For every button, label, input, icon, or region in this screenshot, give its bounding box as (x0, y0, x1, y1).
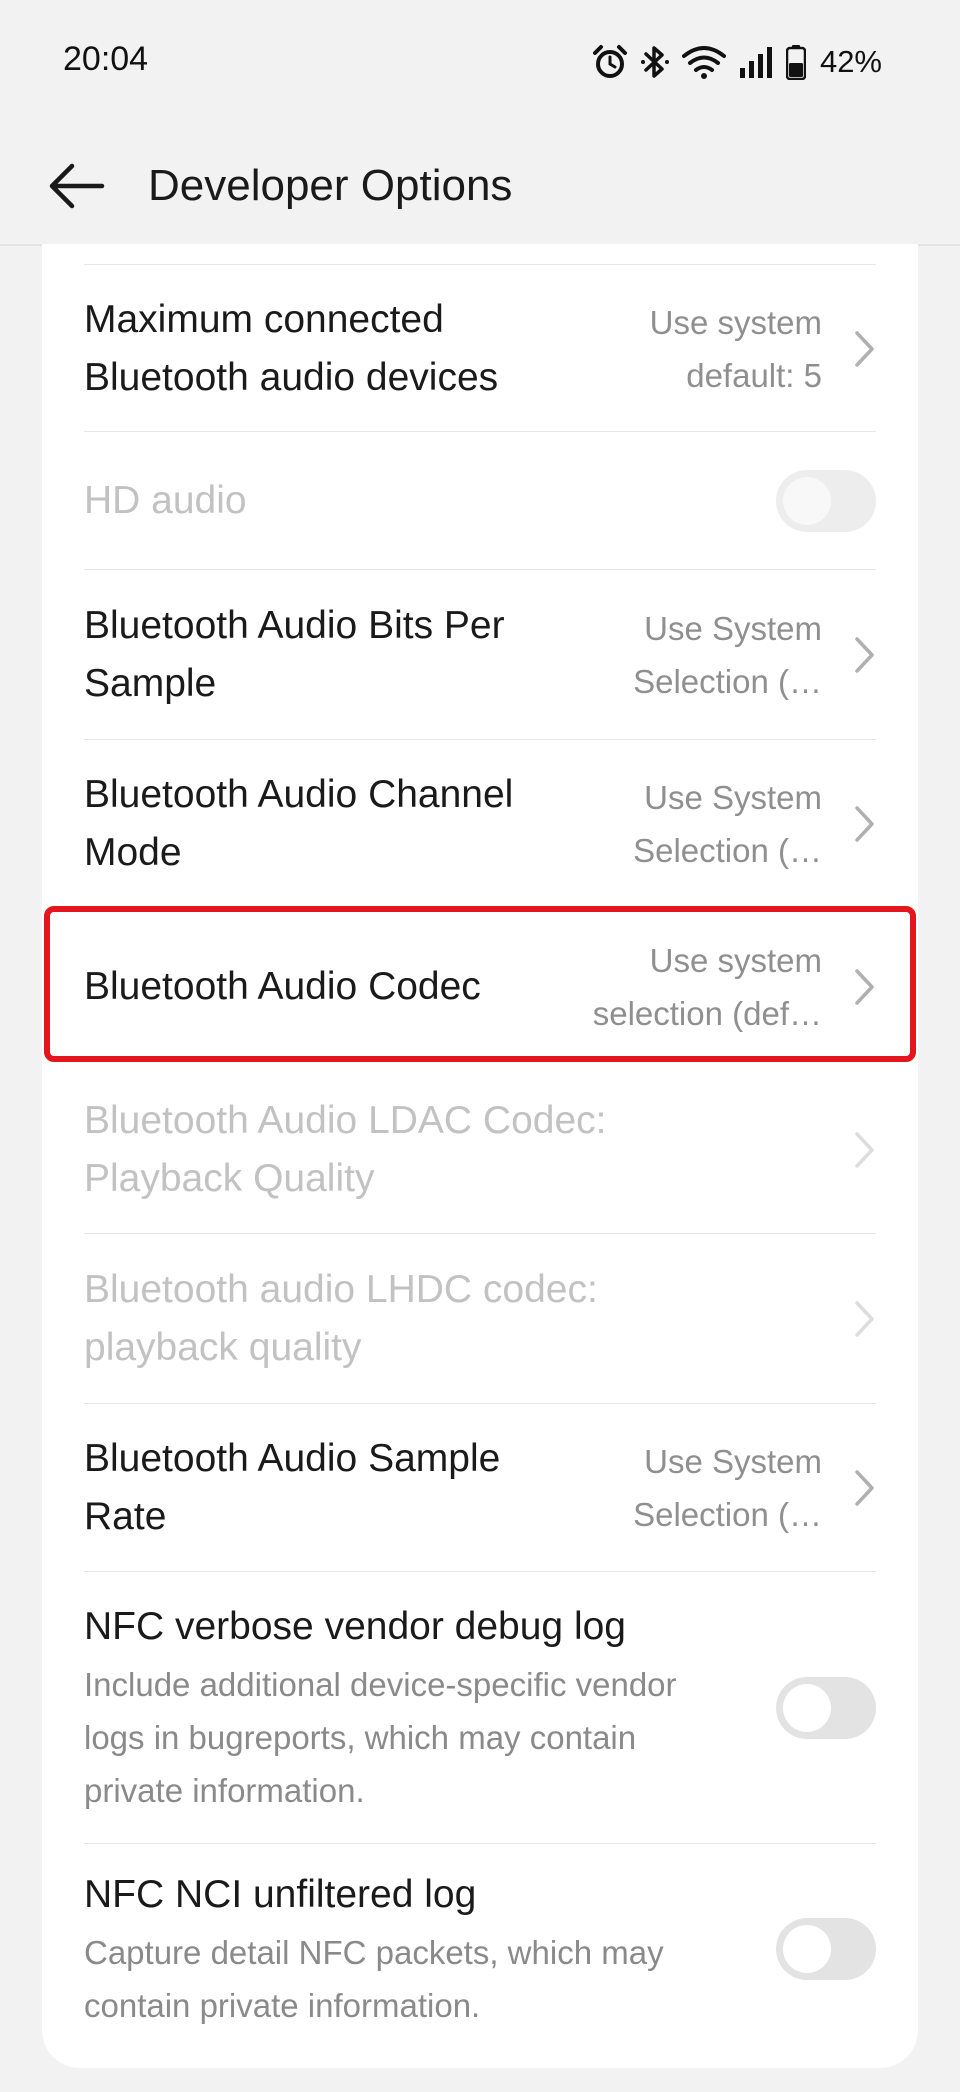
setting-value: Use system selection (def… (592, 942, 822, 1032)
setting-value: Use System Selection (… (633, 609, 822, 700)
settings-card: Maximum connected Bluetooth audio device… (42, 244, 918, 2068)
status-bar: 20:04 42% (0, 0, 960, 128)
wifi-icon (681, 44, 726, 80)
setting-title: NFC NCI unfiltered log (84, 1873, 477, 1916)
setting-nfc-verbose-log[interactable]: NFC verbose vendor debug log Include add… (84, 1572, 876, 1844)
setting-description: Capture detail NFC packets, which may co… (84, 1934, 664, 2024)
setting-sample-rate[interactable]: Bluetooth Audio Sample Rate Use System S… (84, 1404, 876, 1572)
hd-audio-toggle (776, 469, 876, 532)
setting-title: Maximum connected Bluetooth audio device… (84, 297, 499, 399)
divider (84, 264, 876, 265)
setting-bits-per-sample[interactable]: Bluetooth Audio Bits Per Sample Use Syst… (84, 570, 876, 740)
status-time: 20:04 (63, 40, 149, 78)
app-bar: Developer Options (0, 128, 960, 246)
chevron-right-icon (836, 635, 876, 675)
chevron-right-icon (836, 329, 876, 369)
setting-value: Use System Selection (… (633, 1442, 822, 1533)
signal-icon (738, 44, 774, 80)
setting-title: Bluetooth Audio Sample Rate (84, 1436, 501, 1538)
chevron-right-icon (836, 1468, 876, 1508)
bluetooth-icon (640, 44, 670, 80)
chevron-right-icon (836, 1130, 876, 1170)
setting-nfc-nci-log[interactable]: NFC NCI unfiltered log Capture detail NF… (84, 1844, 876, 2054)
setting-ldac-playback-quality: Bluetooth Audio LDAC Codec: Playback Qua… (84, 1066, 876, 1234)
setting-value: Use system default: 5 (649, 303, 822, 394)
arrow-left-icon (49, 163, 105, 209)
setting-title: NFC verbose vendor debug log (84, 1605, 626, 1648)
setting-title: Bluetooth Audio Codec (84, 965, 481, 1008)
setting-max-bluetooth-devices[interactable]: Maximum connected Bluetooth audio device… (84, 266, 876, 432)
alarm-icon (592, 44, 628, 80)
chevron-right-icon (836, 967, 876, 1007)
setting-value: Use System Selection (… (633, 778, 822, 869)
battery-icon (785, 44, 806, 80)
page-title: Developer Options (148, 161, 513, 210)
setting-description: Include additional device-specific vendo… (84, 1666, 677, 1809)
battery-percentage: 42% (819, 44, 882, 79)
setting-hd-audio: HD audio (84, 432, 876, 570)
chevron-right-icon (836, 1299, 876, 1339)
nfc-verbose-log-toggle[interactable] (776, 1676, 876, 1739)
toggle-knob (783, 476, 831, 525)
nfc-nci-log-toggle[interactable] (776, 1918, 876, 1980)
setting-title: Bluetooth Audio LDAC Codec: Playback Qua… (84, 1098, 607, 1200)
setting-title: Bluetooth Audio Bits Per Sample (84, 603, 505, 705)
status-icons: 42% (592, 40, 882, 84)
back-button[interactable] (40, 150, 112, 222)
setting-bluetooth-audio-codec[interactable]: Bluetooth Audio Codec Use system selecti… (84, 908, 876, 1066)
setting-title: Bluetooth Audio Channel Mode (84, 772, 514, 874)
setting-title: HD audio (84, 478, 247, 522)
setting-channel-mode[interactable]: Bluetooth Audio Channel Mode Use System … (84, 740, 876, 908)
chevron-right-icon (836, 804, 876, 844)
setting-lhdc-playback-quality: Bluetooth audio LHDC codec: playback qua… (84, 1234, 876, 1404)
setting-title: Bluetooth audio LHDC codec: playback qua… (84, 1267, 598, 1369)
toggle-knob (783, 1925, 831, 1973)
toggle-knob (783, 1683, 831, 1732)
